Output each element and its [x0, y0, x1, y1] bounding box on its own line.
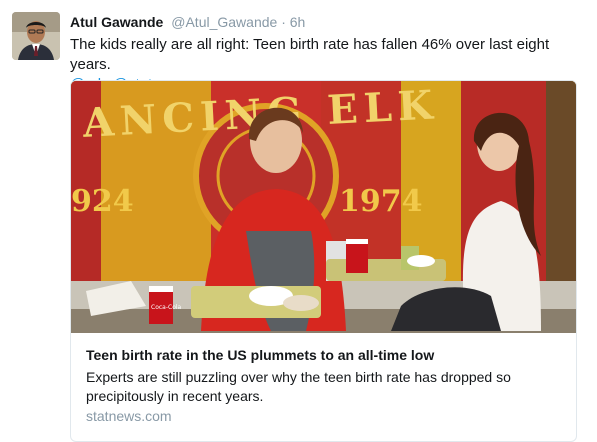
card-image[interactable]: ANCING ELK 924 1974 Coca-Cola [71, 81, 576, 333]
cup-label: Coca-Cola [151, 304, 182, 311]
tweet-header: Atul Gawande @Atul_Gawande · 6h [70, 14, 305, 31]
link-card[interactable]: ANCING ELK 924 1974 Coca-Cola Teen birth… [70, 80, 577, 442]
author-name[interactable]: Atul Gawande [70, 14, 163, 30]
author-avatar[interactable] [12, 12, 60, 60]
banner-year-right: 1974 [339, 184, 423, 219]
card-domain[interactable]: statnews.com [86, 407, 172, 425]
card-title[interactable]: Teen birth rate in the US plummets to an… [86, 346, 566, 364]
tweet-text: The kids really are all right: Teen birt… [70, 36, 550, 73]
avatar-portrait [12, 12, 60, 60]
banner-year-left: 924 [71, 184, 134, 219]
author-handle[interactable]: @Atul_Gawande [171, 14, 277, 30]
tweet-timestamp[interactable]: 6h [290, 14, 306, 30]
cafeteria-photo: ANCING ELK 924 1974 Coca-Cola [71, 81, 576, 333]
card-description: Experts are still puzzling over why the … [86, 369, 511, 404]
header-separator: · [281, 14, 286, 30]
